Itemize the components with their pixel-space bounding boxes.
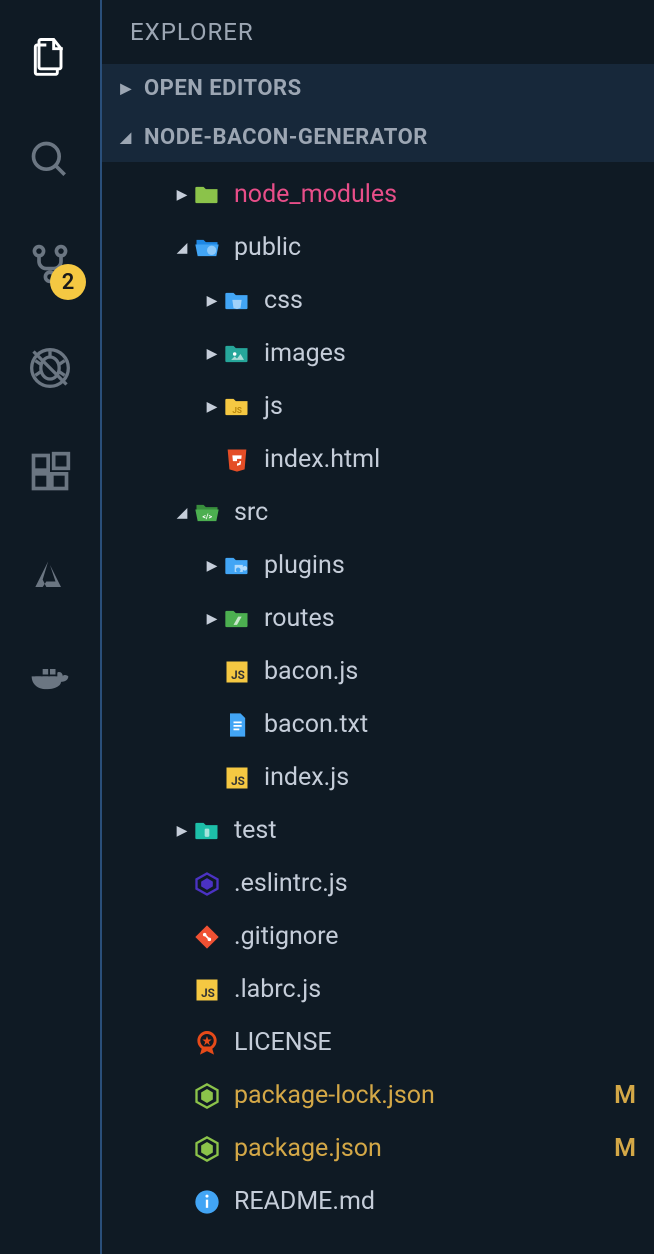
tree-file-bacon-txt[interactable]: ▶ bacon.txt bbox=[102, 698, 654, 751]
js-file-icon: JS bbox=[222, 657, 252, 687]
tree-item-label: .eslintrc.js bbox=[234, 869, 636, 898]
chevron-down-icon: ◢ bbox=[172, 240, 192, 256]
project-label: NODE-BACON-GENERATOR bbox=[144, 125, 428, 150]
nodejs-file-icon bbox=[192, 1081, 222, 1111]
info-file-icon bbox=[192, 1187, 222, 1217]
folder-icon: JS bbox=[222, 392, 252, 422]
tree-file-readme[interactable]: ▶ README.md bbox=[102, 1175, 654, 1228]
eslint-file-icon bbox=[192, 869, 222, 899]
chevron-right-icon: ▶ bbox=[172, 823, 192, 839]
tree-folder-routes[interactable]: ▶ routes bbox=[102, 592, 654, 645]
folder-open-icon: </> bbox=[192, 498, 222, 528]
tree-item-label: public bbox=[234, 233, 636, 262]
chevron-right-icon: ▶ bbox=[118, 81, 134, 97]
tree-folder-node-modules[interactable]: ▶ node_modules bbox=[102, 168, 654, 221]
azure-activity-icon[interactable] bbox=[22, 548, 78, 604]
tree-file-bacon-js[interactable]: ▶ JS bacon.js bbox=[102, 645, 654, 698]
tree-folder-images[interactable]: ▶ images bbox=[102, 327, 654, 380]
activity-bar: 2 bbox=[0, 0, 100, 1254]
tree-item-label: css bbox=[264, 286, 636, 315]
chevron-right-icon: ▶ bbox=[202, 293, 222, 309]
tree-file-index-html[interactable]: ▶ index.html bbox=[102, 433, 654, 486]
tree-item-label: README.md bbox=[234, 1187, 636, 1216]
search-activity-icon[interactable] bbox=[22, 132, 78, 188]
chevron-right-icon: ▶ bbox=[202, 346, 222, 362]
git-modified-status: M bbox=[614, 1134, 636, 1163]
js-file-icon: JS bbox=[222, 763, 252, 793]
chevron-right-icon: ▶ bbox=[202, 399, 222, 415]
tree-file-index-js[interactable]: ▶ JS index.js bbox=[102, 751, 654, 804]
open-editors-label: OPEN EDITORS bbox=[144, 76, 302, 101]
license-file-icon bbox=[192, 1028, 222, 1058]
folder-icon bbox=[222, 551, 252, 581]
tree-item-label: package.json bbox=[234, 1134, 614, 1163]
project-header[interactable]: ◢ NODE-BACON-GENERATOR bbox=[102, 113, 654, 162]
svg-text:</>: </> bbox=[202, 512, 212, 520]
tree-item-label: js bbox=[264, 392, 636, 421]
chevron-right-icon: ▶ bbox=[172, 187, 192, 203]
tree-folder-public[interactable]: ◢ public bbox=[102, 221, 654, 274]
nodejs-file-icon bbox=[192, 1134, 222, 1164]
svg-text:JS: JS bbox=[231, 668, 245, 682]
js-file-icon: JS bbox=[192, 975, 222, 1005]
tree-file-license[interactable]: ▶ LICENSE bbox=[102, 1016, 654, 1069]
html-file-icon bbox=[222, 445, 252, 475]
explorer-sidebar: EXPLORER ▶ OPEN EDITORS ◢ NODE-BACON-GEN… bbox=[100, 0, 654, 1254]
tree-item-label: bacon.txt bbox=[264, 710, 636, 739]
tree-file-labrc[interactable]: ▶ JS .labrc.js bbox=[102, 963, 654, 1016]
scm-badge: 2 bbox=[50, 264, 86, 300]
chevron-down-icon: ◢ bbox=[172, 505, 192, 521]
tree-item-label: .gitignore bbox=[234, 922, 636, 951]
tree-item-label: bacon.js bbox=[264, 657, 636, 686]
folder-open-icon bbox=[192, 233, 222, 263]
tree-item-label: index.html bbox=[264, 445, 636, 474]
tree-file-eslintrc[interactable]: ▶ .eslintrc.js bbox=[102, 857, 654, 910]
tree-item-label: .labrc.js bbox=[234, 975, 636, 1004]
tree-item-label: package-lock.json bbox=[234, 1081, 614, 1110]
tree-item-label: test bbox=[234, 816, 636, 845]
explorer-activity-icon[interactable] bbox=[22, 28, 78, 84]
folder-icon bbox=[192, 180, 222, 210]
tree-file-package-lock[interactable]: ▶ package-lock.json M bbox=[102, 1069, 654, 1122]
docker-activity-icon[interactable] bbox=[22, 652, 78, 708]
svg-text:JS: JS bbox=[201, 986, 215, 1000]
open-editors-header[interactable]: ▶ OPEN EDITORS bbox=[102, 64, 654, 113]
tree-folder-plugins[interactable]: ▶ plugins bbox=[102, 539, 654, 592]
tree-item-label: node_modules bbox=[234, 180, 636, 209]
folder-icon bbox=[192, 816, 222, 846]
tree-item-label: LICENSE bbox=[234, 1028, 636, 1057]
folder-icon bbox=[222, 339, 252, 369]
folder-icon bbox=[222, 286, 252, 316]
chevron-right-icon: ▶ bbox=[202, 558, 222, 574]
chevron-right-icon: ▶ bbox=[202, 611, 222, 627]
git-file-icon bbox=[192, 922, 222, 952]
tree-item-label: plugins bbox=[264, 551, 636, 580]
tree-item-label: index.js bbox=[264, 763, 636, 792]
tree-folder-test[interactable]: ▶ test bbox=[102, 804, 654, 857]
folder-icon bbox=[222, 604, 252, 634]
svg-text:JS: JS bbox=[232, 404, 242, 414]
tree-file-package-json[interactable]: ▶ package.json M bbox=[102, 1122, 654, 1175]
tree-item-label: routes bbox=[264, 604, 636, 633]
git-modified-status: M bbox=[614, 1081, 636, 1110]
svg-text:JS: JS bbox=[231, 774, 245, 788]
tree-file-gitignore[interactable]: ▶ .gitignore bbox=[102, 910, 654, 963]
tree-folder-css[interactable]: ▶ css bbox=[102, 274, 654, 327]
extensions-activity-icon[interactable] bbox=[22, 444, 78, 500]
tree-item-label: images bbox=[264, 339, 636, 368]
debug-activity-icon[interactable] bbox=[22, 340, 78, 396]
sidebar-title: EXPLORER bbox=[102, 0, 654, 64]
chevron-down-icon: ◢ bbox=[118, 130, 134, 146]
tree-item-label: src bbox=[234, 498, 636, 527]
text-file-icon bbox=[222, 710, 252, 740]
file-tree: ▶ node_modules ◢ public ▶ css ▶ i bbox=[102, 162, 654, 1228]
tree-folder-js[interactable]: ▶ JS js bbox=[102, 380, 654, 433]
source-control-activity-icon[interactable]: 2 bbox=[22, 236, 78, 292]
tree-folder-src[interactable]: ◢ </> src bbox=[102, 486, 654, 539]
